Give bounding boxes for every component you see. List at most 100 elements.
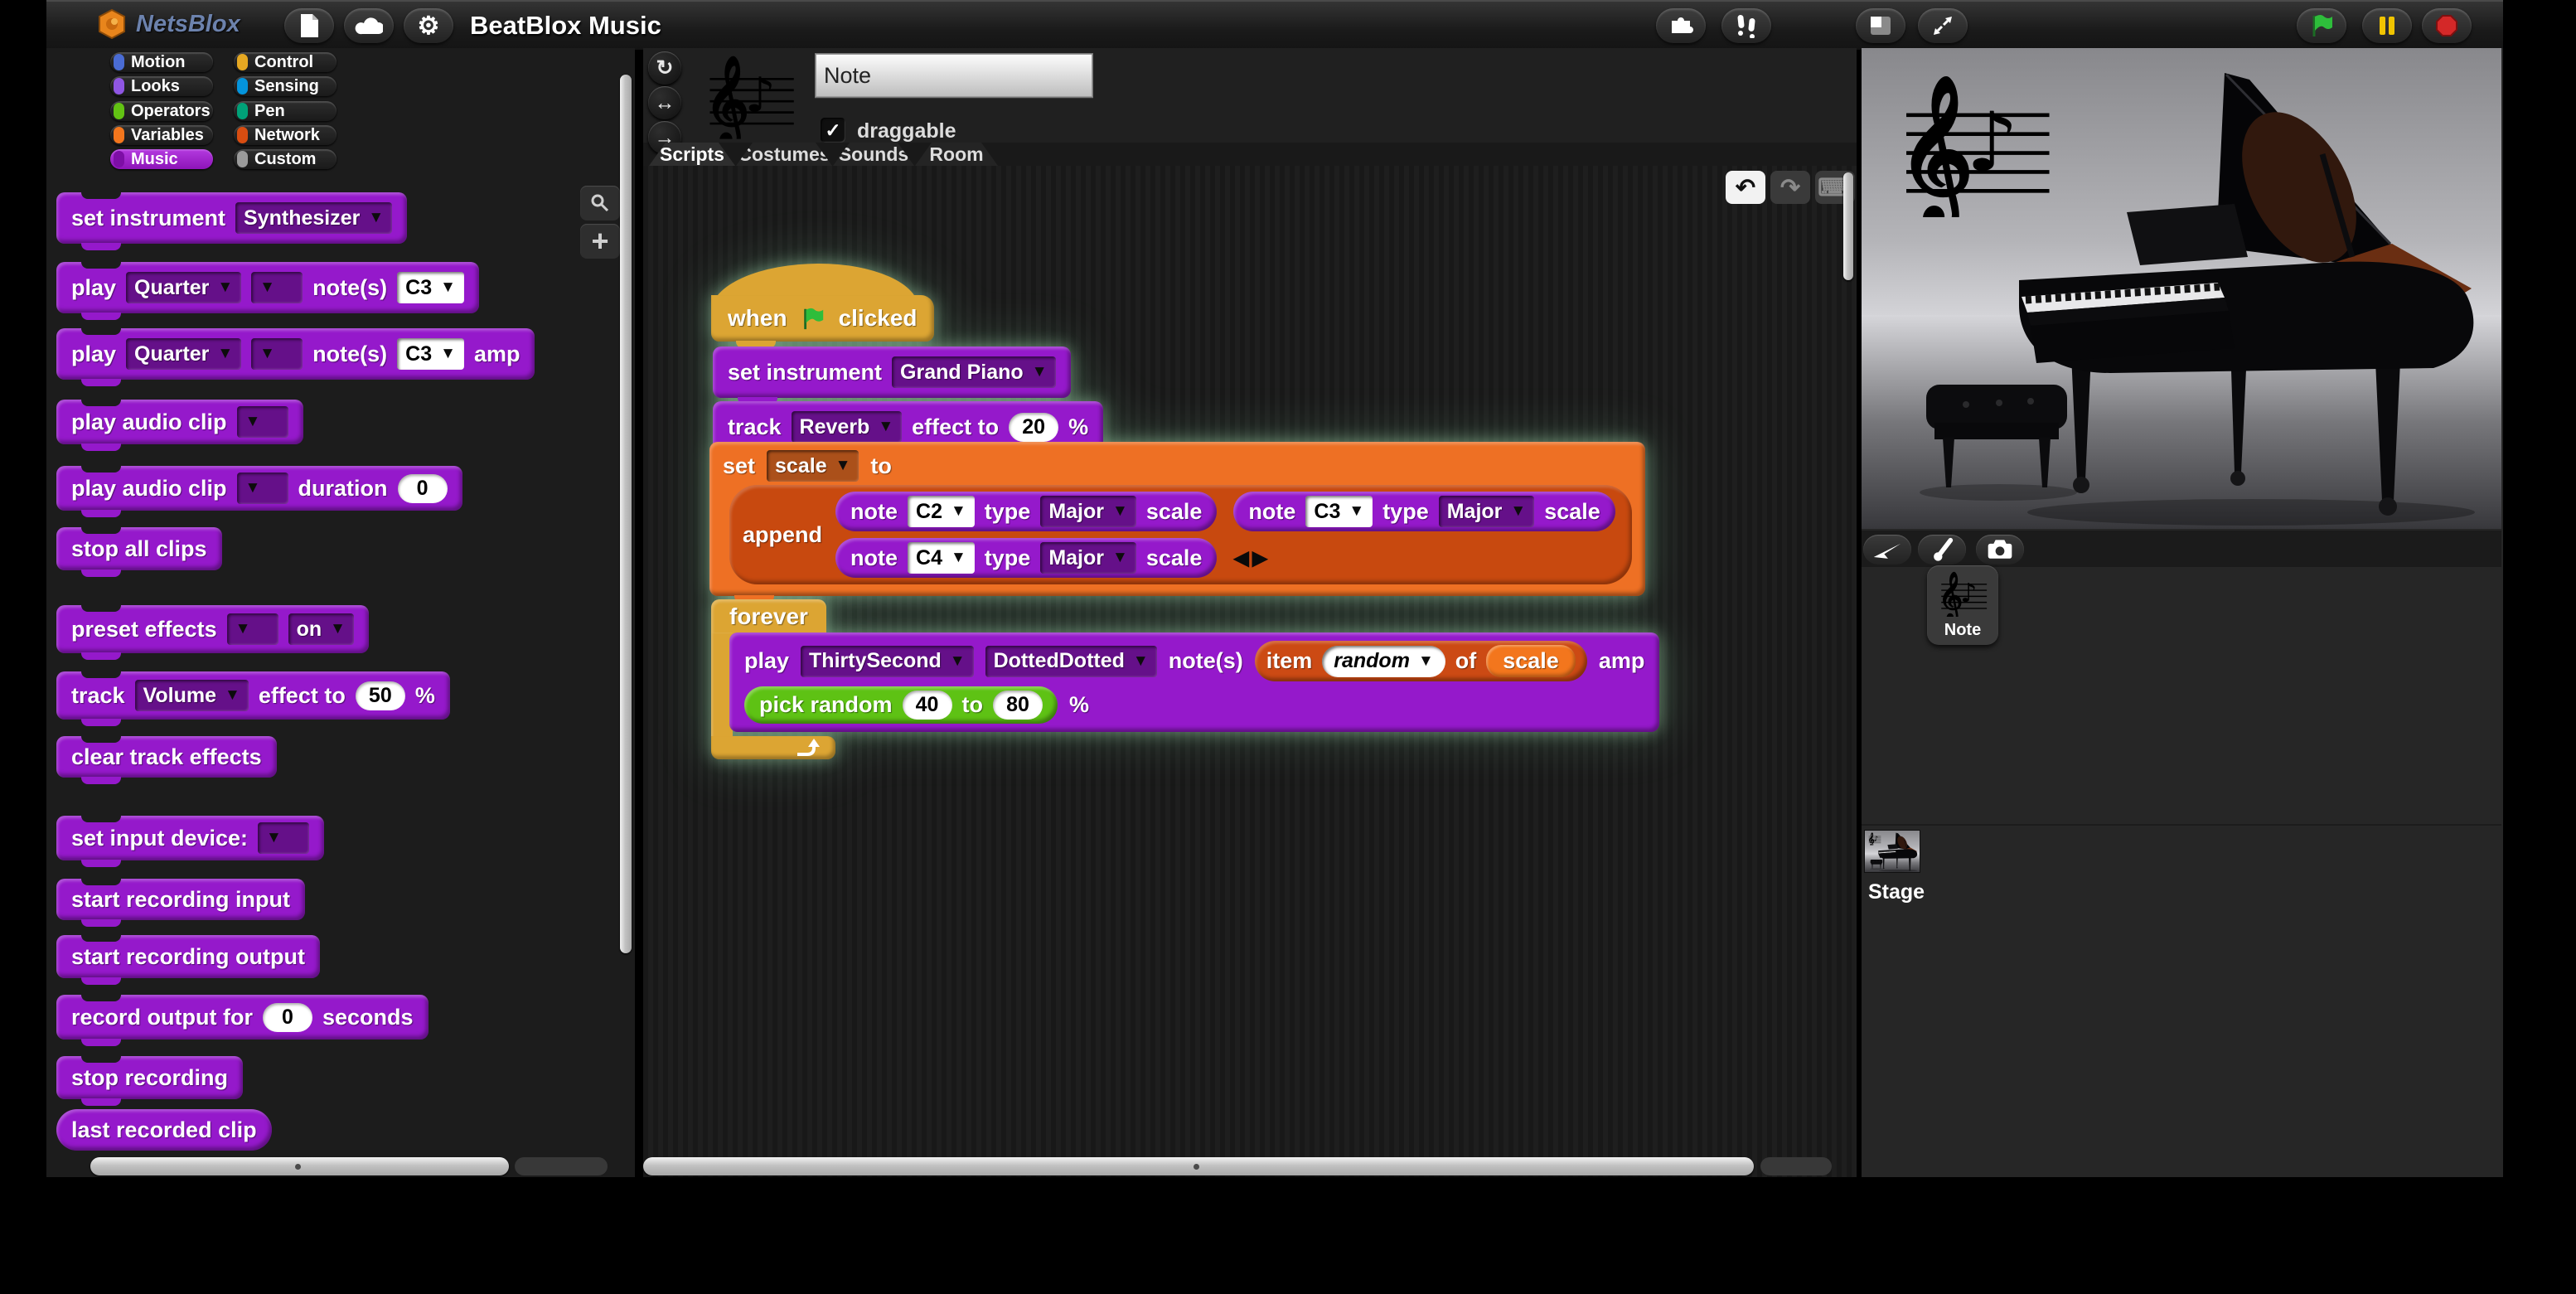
- fullscreen-button[interactable]: [1918, 8, 1968, 43]
- category-pen[interactable]: Pen: [234, 101, 337, 121]
- duration-dropdown[interactable]: ThirtySecond▼: [801, 646, 974, 677]
- stage[interactable]: [1862, 48, 2501, 529]
- palette-block-last-recorded-clip[interactable]: last recorded clip: [56, 1109, 272, 1151]
- search-blocks-button[interactable]: [580, 186, 620, 221]
- palette-block-play-note-amp[interactable]: play Quarter▼ ▼ note(s) C3▼ amp: [56, 328, 535, 380]
- palette-block-stop-recording[interactable]: stop recording: [56, 1056, 243, 1099]
- duration-dropdown[interactable]: Quarter▼: [126, 272, 241, 303]
- netsblox-logo[interactable]: NetsBlox: [96, 8, 240, 40]
- palette-block-start-recording-input[interactable]: start recording input: [56, 879, 305, 920]
- instrument-dropdown[interactable]: Synthesizer▼: [235, 202, 392, 234]
- green-flag-button[interactable]: [2297, 8, 2346, 43]
- play-notes-block[interactable]: play ThirtySecond▼ DottedDotted▼ note(s)…: [729, 632, 1659, 732]
- palette-block-preset-effects[interactable]: preset effects ▼ on▼: [56, 605, 369, 653]
- set-instrument-block[interactable]: set instrument Grand Piano▼: [713, 347, 1071, 398]
- palette-block-start-recording-output[interactable]: start recording output: [56, 935, 320, 978]
- clip-dropdown[interactable]: ▼: [237, 406, 288, 438]
- paint-sprite-button[interactable]: [1918, 535, 1966, 565]
- palette-vertical-scrollbar[interactable]: [620, 75, 632, 953]
- type-dropdown[interactable]: Major▼: [1040, 542, 1136, 574]
- scripts-horizontal-scrollbar-track[interactable]: [1760, 1157, 1832, 1175]
- percent-input[interactable]: 20: [1009, 413, 1058, 442]
- camera-sprite-button[interactable]: [1976, 535, 2024, 565]
- rotation-style-free-button[interactable]: ↻: [648, 51, 681, 85]
- append-reporter-block[interactable]: append note C2▼ type Major▼ scale note: [729, 485, 1632, 584]
- note-scale-reporter[interactable]: note C4▼ type Major▼ scale: [835, 538, 1217, 578]
- pause-button[interactable]: [2362, 8, 2412, 43]
- max-input[interactable]: 80: [993, 691, 1043, 720]
- category-looks[interactable]: Looks: [110, 76, 213, 96]
- palette-block-set-instrument[interactable]: set instrument Synthesizer▼: [56, 192, 407, 244]
- dotted-dropdown[interactable]: ▼: [251, 272, 303, 303]
- type-dropdown[interactable]: Major▼: [1040, 496, 1136, 527]
- index-dropdown[interactable]: random▼: [1322, 646, 1445, 677]
- palette-block-play-audio-clip[interactable]: play audio clip ▼: [56, 400, 303, 444]
- scripts-canvas[interactable]: ↶ ↷ ⌨ when clicked set instrument: [643, 166, 1857, 1177]
- palette-block-set-input-device[interactable]: set input device: ▼: [56, 816, 324, 860]
- note-dropdown[interactable]: C3▼: [397, 338, 464, 370]
- redo-button[interactable]: ↷: [1770, 171, 1810, 204]
- stage-thumbnail[interactable]: [1865, 831, 1920, 872]
- rotation-style-flip-button[interactable]: ↔: [648, 86, 681, 119]
- tab-costumes[interactable]: Costumes: [736, 143, 832, 166]
- tab-sounds[interactable]: Sounds: [833, 143, 914, 166]
- onoff-dropdown[interactable]: on▼: [288, 613, 354, 645]
- track-effect-dropdown[interactable]: Volume▼: [135, 680, 249, 711]
- file-menu-button[interactable]: [284, 8, 334, 43]
- make-block-button[interactable]: +: [580, 224, 620, 259]
- palette-block-play-audio-clip-duration[interactable]: play audio clip ▼ duration 0: [56, 466, 462, 511]
- extensions-button[interactable]: [1656, 8, 1706, 43]
- tab-room[interactable]: Room: [915, 143, 998, 166]
- effect-dropdown[interactable]: ▼: [227, 613, 278, 645]
- note-scale-reporter[interactable]: note C2▼ type Major▼ scale: [835, 492, 1217, 531]
- pick-random-reporter[interactable]: pick random 40 to 80: [744, 686, 1058, 724]
- scale-variable-reporter[interactable]: scale: [1486, 645, 1576, 677]
- add-sprite-button[interactable]: [1863, 535, 1911, 565]
- palette-block-clear-track-effects[interactable]: clear track effects: [56, 736, 277, 778]
- note-dropdown[interactable]: C3▼: [397, 272, 464, 303]
- category-operators[interactable]: Operators: [110, 101, 213, 121]
- duration-dropdown[interactable]: Quarter▼: [126, 338, 241, 370]
- note-dropdown[interactable]: C2▼: [908, 496, 975, 527]
- palette-block-stop-all-clips[interactable]: stop all clips: [56, 527, 222, 570]
- track-effect-dropdown[interactable]: Reverb▼: [792, 411, 903, 443]
- category-network[interactable]: Network: [234, 125, 337, 145]
- note-scale-reporter[interactable]: note C3▼ type Major▼ scale: [1233, 492, 1615, 531]
- forever-block[interactable]: forever: [711, 599, 826, 634]
- category-sensing[interactable]: Sensing: [234, 76, 337, 96]
- category-music[interactable]: Music: [110, 149, 213, 169]
- seconds-input[interactable]: 0: [263, 1003, 312, 1032]
- stage-layout-button[interactable]: [1856, 8, 1905, 43]
- cloud-menu-button[interactable]: [344, 8, 394, 43]
- category-variables[interactable]: Variables: [110, 125, 213, 145]
- palette-block-play-note[interactable]: play Quarter▼ ▼ note(s) C3▼: [56, 262, 479, 313]
- scripts-vertical-scrollbar[interactable]: [1843, 172, 1853, 280]
- palette-horizontal-scrollbar-track[interactable]: [515, 1157, 608, 1175]
- set-variable-block[interactable]: set scale▼ to append note C2▼ type Major…: [709, 442, 1645, 596]
- item-of-reporter[interactable]: item random▼ of scale: [1255, 641, 1587, 681]
- category-custom[interactable]: Custom: [234, 149, 337, 169]
- dotted-dropdown[interactable]: ▼: [251, 338, 303, 370]
- device-dropdown[interactable]: ▼: [258, 822, 309, 854]
- clip-dropdown[interactable]: ▼: [237, 473, 288, 504]
- note-dropdown[interactable]: C3▼: [1305, 496, 1373, 527]
- stop-button[interactable]: [2422, 8, 2472, 43]
- instrument-dropdown[interactable]: Grand Piano▼: [892, 356, 1055, 388]
- type-dropdown[interactable]: Major▼: [1439, 496, 1535, 527]
- palette-block-record-output-for[interactable]: record output for 0 seconds: [56, 995, 429, 1040]
- draggable-checkbox[interactable]: ✓: [821, 118, 845, 143]
- sprite-corral-item-note[interactable]: Note: [1927, 565, 1998, 645]
- when-green-flag-clicked-block[interactable]: when clicked: [711, 295, 934, 342]
- visible-stepping-button[interactable]: [1721, 8, 1771, 43]
- sprite-name-input[interactable]: [815, 53, 1093, 98]
- duration-input[interactable]: 0: [398, 474, 448, 503]
- category-control[interactable]: Control: [234, 52, 337, 72]
- note-dropdown[interactable]: C4▼: [908, 542, 975, 574]
- percent-input[interactable]: 50: [356, 681, 405, 710]
- variable-dropdown[interactable]: scale▼: [767, 450, 859, 482]
- variadic-arrows[interactable]: ◀▶: [1233, 546, 1271, 570]
- settings-menu-button[interactable]: ⚙: [404, 8, 453, 43]
- dotted-dropdown[interactable]: DottedDotted▼: [985, 646, 1157, 677]
- min-input[interactable]: 40: [903, 691, 952, 720]
- undo-button[interactable]: ↶: [1726, 171, 1765, 204]
